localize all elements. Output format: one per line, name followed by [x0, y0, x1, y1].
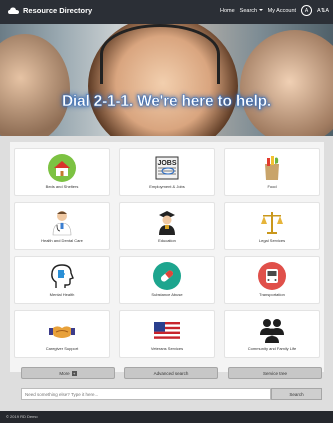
people-icon — [260, 319, 284, 343]
category-card-veterans[interactable]: Veterans Services — [119, 310, 215, 358]
doctor-icon — [52, 211, 72, 236]
footer: © 2019 RD Demo — [0, 411, 333, 423]
jobs-newspaper-icon: JOBS — [155, 156, 179, 180]
plus-icon: + — [71, 370, 77, 376]
category-card-substance-abuse[interactable]: Substance Abuse — [119, 256, 215, 304]
category-card-mental-health[interactable]: Mental Health — [14, 256, 110, 304]
nav-home-link[interactable]: Home — [220, 8, 235, 14]
nav-search-label: Search — [239, 7, 258, 14]
category-card-employment[interactable]: JOBS Employment & Jobs — [119, 148, 215, 196]
nav-account-link[interactable]: My Account — [268, 8, 296, 14]
pill-icon — [153, 262, 181, 290]
hero-title: Dial 2-1-1. We're here to help. — [61, 93, 272, 110]
category-card-caregiver[interactable]: Caregiver Support — [14, 310, 110, 358]
house-icon — [48, 154, 76, 182]
us-flag-icon — [154, 322, 180, 339]
category-label: Education — [158, 238, 176, 243]
search-bar: Search — [21, 388, 322, 400]
graduate-icon — [159, 211, 175, 235]
bus-icon — [258, 262, 286, 290]
category-card-transportation[interactable]: Transportation — [224, 256, 320, 304]
hero-person-left — [0, 34, 70, 136]
more-button[interactable]: More + — [21, 367, 115, 379]
category-label: Transportation — [259, 292, 285, 297]
accessibility-icon[interactable]: A — [301, 5, 313, 16]
category-label: Substance Abuse — [151, 292, 183, 297]
category-label: Caregiver Support — [45, 346, 79, 351]
category-card-legal[interactable]: Legal Services — [224, 202, 320, 250]
advanced-search-button[interactable]: Advanced search — [124, 367, 218, 379]
category-label: Mental Health — [49, 292, 75, 297]
font-size-toggle[interactable]: A⇅A — [317, 8, 329, 14]
more-button-label: More — [59, 370, 70, 376]
nav-search-dropdown[interactable]: Search — [240, 8, 263, 14]
nav-links: Home Search My Account A A⇅A — [220, 5, 329, 16]
category-card-education[interactable]: Education — [119, 202, 215, 250]
footer-copyright: © 2019 RD Demo — [6, 414, 38, 419]
cloud-icon — [8, 7, 19, 14]
category-label: Beds and Shelters — [45, 184, 79, 189]
category-label: Health and Dental Care — [41, 238, 83, 243]
service-tree-label: Service tree — [262, 370, 287, 376]
handshake-icon — [49, 326, 75, 338]
hero-person-right — [240, 30, 333, 136]
hero-banner: Dial 2-1-1. We're here to help. — [0, 24, 333, 136]
search-input[interactable] — [21, 388, 271, 400]
svg-text:JOBS: JOBS — [157, 160, 176, 167]
head-puzzle-icon — [51, 264, 74, 288]
search-button[interactable]: Search — [271, 388, 322, 400]
search-button-label: Search — [289, 391, 304, 397]
category-card-community[interactable]: Community and Family Life — [224, 310, 320, 358]
category-label: Veterans Services — [150, 346, 184, 351]
category-card-health[interactable]: Health and Dental Care — [14, 202, 110, 250]
category-label: Food — [267, 184, 277, 189]
category-label: Employment & Jobs — [149, 184, 185, 189]
accessibility-icon-text: A — [304, 7, 309, 14]
category-label: Legal Services — [258, 238, 286, 243]
top-navbar: Resource Directory Home Search My Accoun… — [0, 0, 333, 24]
grocery-bag-icon — [265, 156, 279, 180]
chevron-down-icon — [258, 9, 263, 12]
headset-icon — [100, 24, 220, 84]
category-grid: Beds and Shelters JOBS Employment & Jobs… — [10, 142, 324, 372]
category-card-food[interactable]: Food — [224, 148, 320, 196]
category-card-beds[interactable]: Beds and Shelters — [14, 148, 110, 196]
brand[interactable]: Resource Directory — [8, 6, 92, 15]
advanced-search-label: Advanced search — [153, 370, 189, 376]
brand-title: Resource Directory — [23, 6, 93, 15]
scales-icon — [261, 212, 283, 234]
category-label: Community and Family Life — [247, 346, 297, 351]
service-tree-button[interactable]: Service tree — [228, 367, 322, 379]
